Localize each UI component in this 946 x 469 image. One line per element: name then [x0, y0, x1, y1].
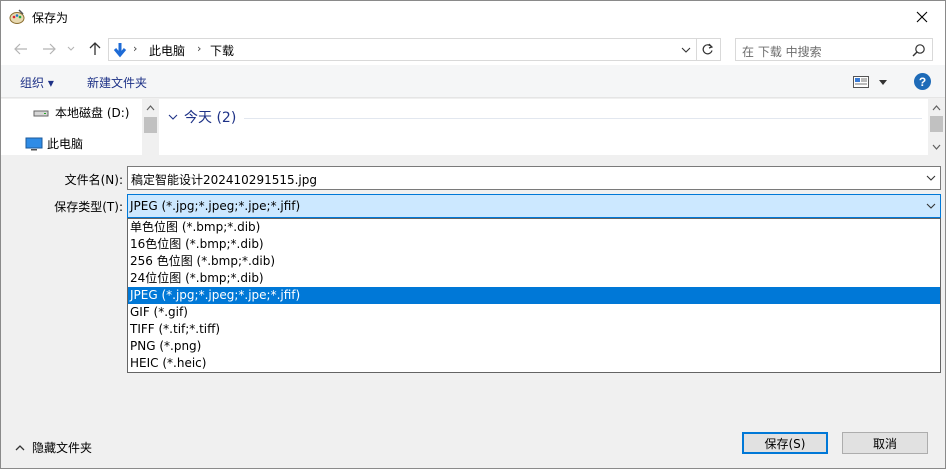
filename-history-button[interactable] — [925, 172, 937, 184]
help-button[interactable]: ? — [914, 73, 931, 90]
chevron-down-icon — [926, 203, 936, 209]
filename-value: 稿定智能设计202410291515.jpg — [131, 173, 318, 187]
cancel-button[interactable]: 取消 — [842, 432, 928, 454]
filetype-label: 保存类型(T): — [54, 200, 123, 214]
filetype-option[interactable]: 单色位图 (*.bmp;*.dib) — [128, 219, 940, 236]
filetype-option[interactable]: 24位位图 (*.bmp;*.dib) — [128, 270, 940, 287]
group-header-today[interactable]: 今天 (2) — [168, 107, 236, 127]
downloads-folder-icon — [111, 41, 129, 59]
view-details-icon — [853, 76, 869, 88]
arrow-left-icon — [14, 43, 27, 55]
filetype-option[interactable]: TIFF (*.tif;*.tiff) — [128, 321, 940, 338]
computer-icon — [25, 137, 43, 150]
chevron-down-icon — [926, 175, 936, 181]
save-button[interactable]: 保存(S) — [742, 432, 828, 454]
new-folder-button[interactable]: 新建文件夹 — [87, 74, 147, 91]
recent-locations-button[interactable] — [65, 39, 77, 59]
file-list-scroll-thumb[interactable] — [930, 116, 943, 132]
address-history-button[interactable] — [679, 42, 693, 58]
search-icon — [912, 43, 926, 57]
chevron-right-icon: › — [197, 42, 202, 55]
group-header-label: 今天 (2) — [184, 110, 237, 126]
forward-button[interactable] — [39, 39, 59, 59]
chevron-up-icon — [15, 445, 25, 451]
hide-folders-toggle[interactable]: 隐藏文件夹 — [15, 439, 92, 456]
up-button[interactable] — [85, 39, 105, 59]
scroll-up-arrow-icon[interactable] — [928, 99, 945, 116]
tree-item-this-pc[interactable]: 此电脑 — [25, 135, 83, 152]
organize-menu-button[interactable]: 组织 ▾ — [20, 74, 54, 91]
paint-app-icon — [9, 9, 25, 25]
tree-item-label: 本地磁盘 (D:) — [55, 106, 130, 120]
browser-pane: 本地磁盘 (D:) 此电脑 今天 (2) — [1, 99, 945, 155]
drive-icon — [33, 110, 49, 116]
chevron-down-icon — [879, 79, 887, 85]
arrow-right-icon — [43, 43, 56, 55]
arrow-up-icon — [89, 42, 101, 55]
breadcrumb-downloads[interactable]: 下载 — [210, 42, 234, 59]
filetype-dropdown-list: 单色位图 (*.bmp;*.dib) 16色位图 (*.bmp;*.dib) 2… — [127, 218, 941, 373]
search-placeholder: 在 下载 中搜索 — [742, 45, 822, 59]
address-bar[interactable]: › 此电脑 › 下载 — [108, 38, 721, 61]
scroll-up-arrow-icon[interactable] — [142, 99, 159, 116]
refresh-button[interactable] — [696, 39, 718, 60]
hide-folders-label: 隐藏文件夹 — [32, 441, 93, 455]
filetype-option[interactable]: 256 色位图 (*.bmp;*.dib) — [128, 253, 940, 270]
window-title: 保存为 — [32, 11, 69, 25]
group-divider — [244, 118, 922, 119]
close-button[interactable] — [899, 1, 945, 33]
scroll-down-arrow-icon[interactable] — [928, 138, 945, 155]
file-list-scrollbar[interactable] — [928, 99, 945, 155]
tree-item-label: 此电脑 — [47, 137, 84, 151]
filename-label: 文件名(N): — [64, 173, 123, 187]
filetype-option[interactable]: 16色位图 (*.bmp;*.dib) — [128, 236, 940, 253]
file-list: 今天 (2) — [160, 99, 928, 155]
search-input[interactable]: 在 下载 中搜索 — [735, 38, 933, 61]
filetype-dropdown-button[interactable] — [925, 200, 937, 212]
chevron-down-icon — [168, 114, 178, 120]
close-icon — [916, 11, 928, 23]
filetype-option[interactable]: HEIC (*.heic) — [128, 355, 940, 372]
change-view-button[interactable] — [853, 75, 889, 89]
chevron-down-icon — [681, 47, 691, 53]
filetype-option[interactable]: PNG (*.png) — [128, 338, 940, 355]
tree-scroll-thumb[interactable] — [144, 117, 157, 133]
filetype-option-selected[interactable]: JPEG (*.jpg;*.jpeg;*.jpe;*.jfif) — [128, 287, 940, 304]
tree-scrollbar[interactable] — [142, 99, 159, 155]
navigation-bar: › 此电脑 › 下载 在 下载 中搜索 — [1, 33, 945, 65]
command-toolbar: 组织 ▾ 新建文件夹 ? — [1, 65, 945, 98]
title-bar: 保存为 — [1, 1, 945, 33]
filename-field[interactable]: 稿定智能设计202410291515.jpg — [127, 166, 941, 190]
save-as-dialog: 保存为 › 此电脑 › 下载 在 下载 中搜索 组织 ▾ 新建文件夹 ? 本地磁… — [0, 0, 946, 469]
navigation-tree: 本地磁盘 (D:) 此电脑 — [1, 99, 159, 155]
chevron-down-icon — [67, 46, 75, 51]
filetype-selected-value: JPEG (*.jpg;*.jpeg;*.jpe;*.jfif) — [130, 199, 301, 213]
back-button[interactable] — [11, 39, 31, 59]
chevron-right-icon: › — [133, 42, 138, 55]
breadcrumb-this-pc[interactable]: 此电脑 — [149, 42, 185, 59]
tree-item-local-disk-d[interactable]: 本地磁盘 (D:) — [33, 104, 129, 121]
filetype-select[interactable]: JPEG (*.jpg;*.jpeg;*.jpe;*.jfif) — [127, 194, 941, 218]
filetype-option[interactable]: GIF (*.gif) — [128, 304, 940, 321]
refresh-icon — [702, 43, 714, 55]
